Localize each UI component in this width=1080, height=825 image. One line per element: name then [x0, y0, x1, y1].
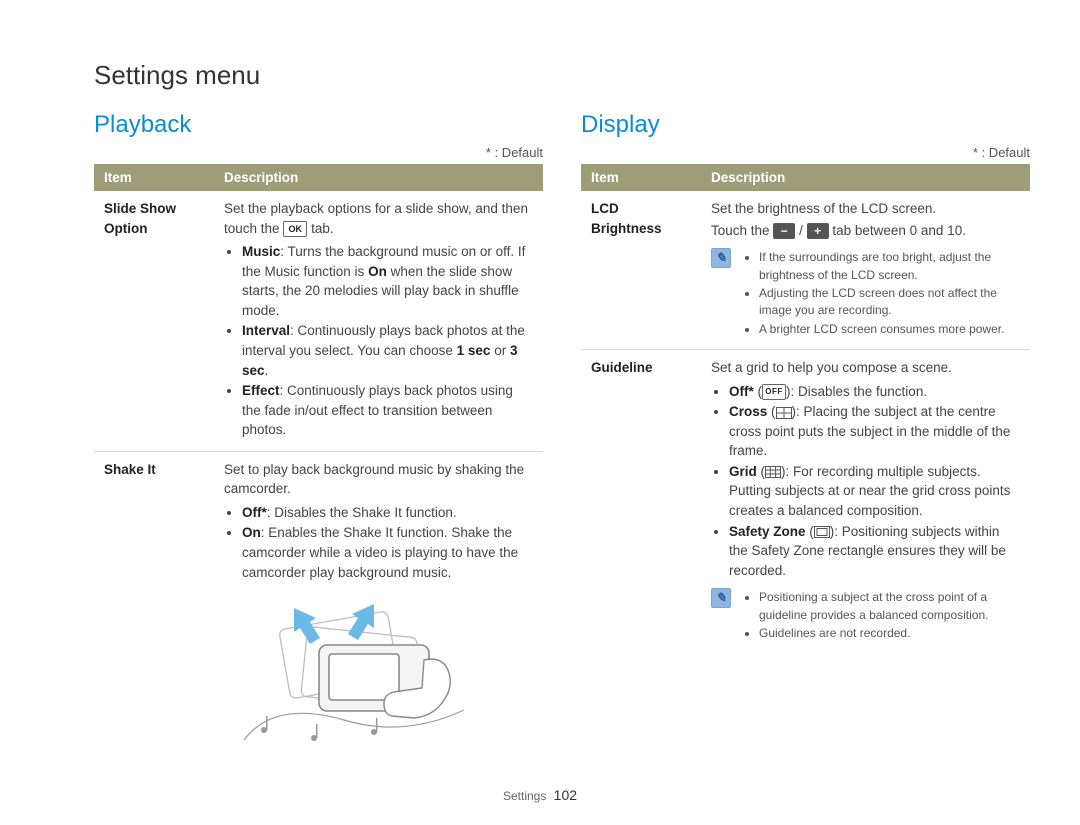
page-title: Settings menu: [94, 60, 1030, 91]
lcd-note2: Adjusting the LCD screen does not affect…: [759, 285, 1020, 320]
bullet-effect: Effect: Continuously plays back photos u…: [242, 381, 533, 440]
playback-column: Playback * : Default Item Description Sl…: [94, 111, 543, 760]
minus-key-icon: [773, 223, 795, 239]
off-text: : Disables the function.: [791, 384, 928, 399]
effect-text: : Continuously plays back photos using t…: [242, 383, 513, 437]
bullet-grid: Grid (): For recording multiple subjects…: [729, 462, 1020, 521]
grid-icon: [765, 466, 781, 478]
safety-zone-icon: [814, 526, 830, 538]
interval-period: .: [265, 363, 269, 378]
ok-key-icon: [283, 221, 307, 237]
plus-key-icon: [807, 223, 829, 239]
lcd-note1: If the surroundings are too bright, adju…: [759, 249, 1020, 284]
slideshow-intro-a: Set the playback options for a slide sho…: [224, 201, 528, 236]
lcd-line2c: tab between 0 and 10.: [832, 223, 966, 238]
display-heading: Display: [581, 111, 1030, 139]
grid-label: Grid: [729, 464, 757, 479]
row-guideline: Guideline Set a grid to help you compose…: [581, 350, 1030, 654]
interval-or: or: [490, 343, 510, 358]
shake-it-illustration: [224, 590, 484, 750]
lcd-note: ✎ If the surroundings are too bright, ad…: [711, 248, 1020, 339]
shakeit-intro: Set to play back background music by sha…: [224, 460, 533, 499]
off-label: Off*: [729, 384, 754, 399]
guideline-note2: Guidelines are not recorded.: [759, 625, 1020, 642]
slideshow-intro-b: tab.: [311, 221, 334, 236]
guideline-intro: Set a grid to help you compose a scene.: [711, 358, 1020, 378]
lcd-note3: A brighter LCD screen consumes more powe…: [759, 321, 1020, 338]
interval-opt1: 1 sec: [457, 343, 491, 358]
col-item: Item: [94, 164, 214, 191]
playback-default-note: * : Default: [94, 145, 543, 160]
row-lcd: LCD Brightness Set the brightness of the…: [581, 191, 1030, 350]
off-icon: [762, 384, 786, 400]
playback-table: Item Description Slide Show Option Set t…: [94, 164, 543, 760]
bullet-cross: Cross (): Placing the subject at the cen…: [729, 402, 1020, 461]
bullet-shake-off: Off*: Disables the Shake It function.: [242, 503, 533, 523]
desc-shakeit: Set to play back background music by sha…: [214, 451, 543, 760]
cross-icon: [776, 407, 792, 419]
item-guideline: Guideline: [581, 350, 701, 654]
lcd-line1: Set the brightness of the LCD screen.: [711, 199, 1020, 219]
col-desc: Description: [701, 164, 1030, 191]
col-item: Item: [581, 164, 701, 191]
bullet-off: Off* (): Disables the function.: [729, 382, 1020, 402]
row-slideshow: Slide Show Option Set the playback optio…: [94, 191, 543, 451]
item-slideshow: Slide Show Option: [94, 191, 214, 451]
display-table: Item Description LCD Brightness Set the …: [581, 164, 1030, 653]
safety-label: Safety Zone: [729, 524, 806, 539]
item-shakeit: Shake It: [94, 451, 214, 760]
music-on: On: [368, 264, 387, 279]
row-shakeit: Shake It Set to play back background mus…: [94, 451, 543, 760]
lcd-line2a: Touch the: [711, 223, 773, 238]
cross-label: Cross: [729, 404, 767, 419]
display-column: Display * : Default Item Description LCD…: [581, 111, 1030, 760]
note-icon: ✎: [711, 588, 731, 608]
desc-lcd: Set the brightness of the LCD screen. To…: [701, 191, 1030, 350]
shake-off-label: Off*: [242, 505, 267, 520]
bullet-safety: Safety Zone (): Positioning subjects wit…: [729, 522, 1020, 581]
footer-section: Settings: [503, 789, 546, 803]
col-desc: Description: [214, 164, 543, 191]
guideline-note: ✎ Positioning a subject at the cross poi…: [711, 588, 1020, 643]
effect-label: Effect: [242, 383, 280, 398]
display-default-note: * : Default: [581, 145, 1030, 160]
page-number: 102: [554, 787, 577, 803]
lcd-line2b: /: [799, 223, 807, 238]
bullet-interval: Interval: Continuously plays back photos…: [242, 321, 533, 380]
item-lcd: LCD Brightness: [581, 191, 701, 350]
desc-slideshow: Set the playback options for a slide sho…: [214, 191, 543, 451]
interval-label: Interval: [242, 323, 290, 338]
note-icon: ✎: [711, 248, 731, 268]
shake-on-text: : Enables the Shake It function. Shake t…: [242, 525, 518, 579]
music-label: Music: [242, 244, 280, 259]
page-footer: Settings 102: [0, 787, 1080, 803]
shake-on-label: On: [242, 525, 261, 540]
guideline-note1: Positioning a subject at the cross point…: [759, 589, 1020, 624]
playback-heading: Playback: [94, 111, 543, 139]
bullet-music: Music: Turns the background music on or …: [242, 242, 533, 320]
desc-guideline: Set a grid to help you compose a scene. …: [701, 350, 1030, 654]
bullet-shake-on: On: Enables the Shake It function. Shake…: [242, 523, 533, 582]
cross-text: : Placing the subject at the centre cros…: [729, 404, 1010, 458]
shake-off-text: : Disables the Shake It function.: [267, 505, 457, 520]
